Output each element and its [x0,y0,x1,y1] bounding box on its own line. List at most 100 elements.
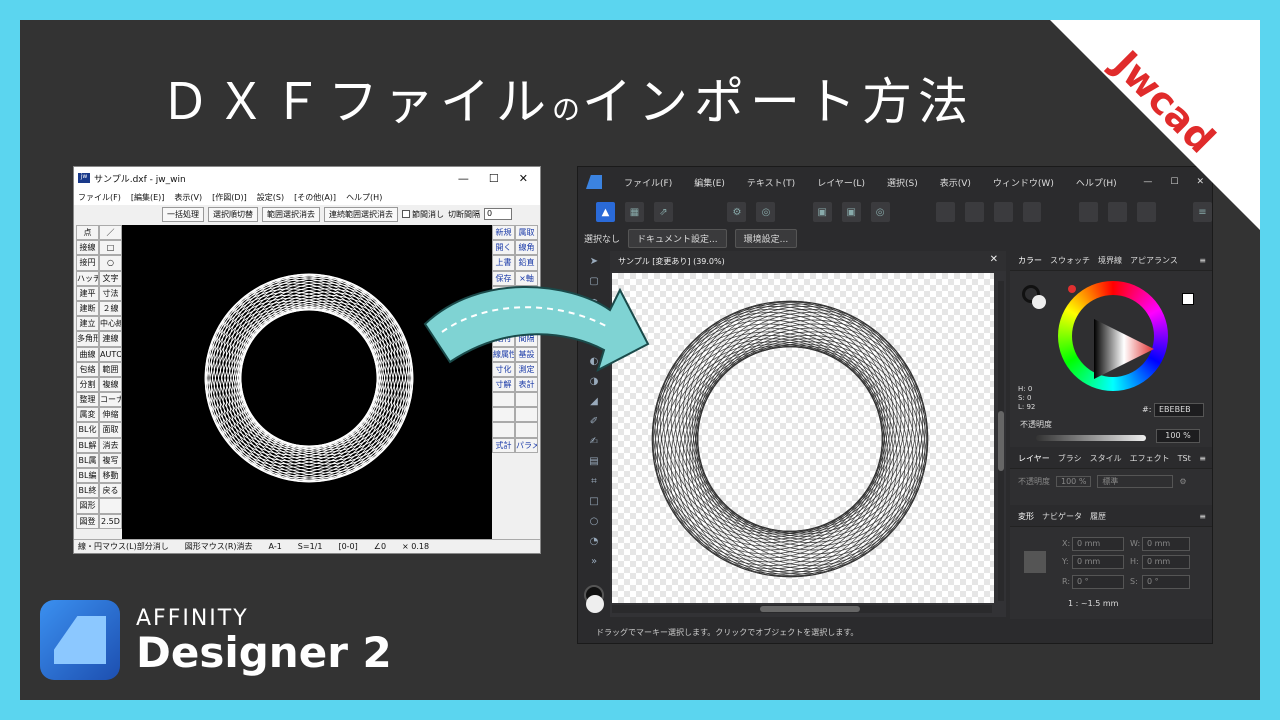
w-field[interactable]: 0 mm [1142,537,1190,551]
jw-left-tool-button[interactable]: 消去 [99,437,122,453]
jw-left-tool-button[interactable]: 接線 [76,240,99,256]
jw-right-tool-button[interactable] [515,407,538,423]
jw-menu-other[interactable]: [その他(A)] [294,192,336,203]
jw-menu-edit[interactable]: [編集(E)] [131,192,165,203]
jw-menu-file[interactable]: ファイル(F) [78,192,121,203]
jw-left-tool-button[interactable]: 文字 [99,270,122,286]
snap-icon[interactable]: ◎ [756,202,776,222]
jw-left-tool-button[interactable]: 図形 [76,498,99,514]
jw-left-tool-button[interactable]: 複写 [99,452,122,468]
af-menu-layer[interactable]: レイヤー(L) [817,176,865,189]
document-close-icon[interactable]: ✕ [990,254,998,265]
af-menu-view[interactable]: 表示(V) [940,176,971,189]
jw-right-tool-button[interactable]: 新規 [492,225,515,241]
jw-left-tool-button[interactable]: ○ [99,255,122,271]
jw-left-tool-button[interactable]: BL終 [76,483,99,499]
layers-menu-icon[interactable]: ≡ [1199,454,1212,463]
jw-right-tool-button[interactable] [492,407,515,423]
jw-status-layer[interactable]: [0-0] [338,542,357,551]
geometry-icon[interactable] [1022,202,1042,222]
jw-left-tool-button[interactable]: 面取 [99,422,122,438]
jw-left-tool-button[interactable]: 図登 [76,513,99,529]
jw-right-tool-button[interactable]: パラメ [515,437,538,453]
blend-mode-select[interactable]: 標準 [1097,475,1174,488]
jw-left-tool-button[interactable]: 包絡 [76,361,99,377]
crop-tool-icon[interactable]: ⌗ [582,471,606,491]
x-field[interactable]: 0 mm [1072,537,1124,551]
close-button[interactable]: ✕ [519,172,528,185]
horizontal-scrollbar[interactable] [612,605,992,613]
jw-left-tool-button[interactable]: 建平 [76,285,99,301]
jw-menu-help[interactable]: ヘルプ(H) [346,192,382,203]
color-triangle[interactable] [1094,319,1154,379]
jw-left-tool-button[interactable]: 連線 [99,331,122,347]
pie-tool-icon[interactable]: ◔ [582,531,606,551]
jw-left-tool-button[interactable]: コーナー [99,392,122,408]
y-field[interactable]: 0 mm [1072,555,1124,569]
document-tab[interactable]: サンプル [変更あり] (39.0%) ✕ [610,251,1006,271]
jw-left-tool-button[interactable]: 中心線 [99,316,122,332]
jw-left-tool-button[interactable]: 2.5D [99,513,122,529]
continuous-clear-button[interactable]: 連続範囲選択消去 [324,206,398,222]
tab-appearance[interactable]: アピアランス [1130,255,1178,266]
fill-color-swatch[interactable] [586,595,604,613]
jw-right-tool-button[interactable]: 式計 [492,437,515,453]
af-canvas[interactable] [612,273,994,603]
select-order-button[interactable]: 選択順切替 [208,206,258,222]
jw-left-tool-button[interactable]: 属変 [76,407,99,423]
tab-transform[interactable]: 変形 [1018,511,1034,522]
horizontal-scroll-thumb[interactable] [760,606,860,612]
maximize-button[interactable]: ☐ [489,172,499,185]
tab-swatches[interactable]: スウォッチ [1050,255,1090,266]
jw-right-tool-button[interactable]: 線角 [515,240,538,256]
jw-menu-view[interactable]: 表示(V) [174,192,202,203]
color-wheel[interactable] [1058,281,1168,391]
layer-opacity-input[interactable]: 100 % [1056,476,1092,487]
jw-status-scale[interactable]: S=1/1 [298,542,323,551]
tab-navigator[interactable]: ナビゲータ [1042,511,1082,522]
rectangle-tool-icon[interactable]: □ [582,491,606,511]
gradient-tool-icon[interactable]: ◢ [582,391,606,411]
transform-icon[interactable]: ▣ [841,202,861,222]
jw-left-tool-button[interactable]: BL解 [76,437,99,453]
jw-left-tool-button[interactable]: BL化 [76,422,99,438]
jw-left-tool-button[interactable]: 多角形 [76,331,99,347]
tab-stroke[interactable]: 境界線 [1098,255,1122,266]
jw-menu-draw[interactable]: [作図(D)] [212,192,247,203]
jw-left-tool-button[interactable]: AUTO [99,346,122,362]
jw-left-tool-button[interactable]: 戻る [99,483,122,499]
jw-right-tool-button[interactable] [515,422,538,438]
jw-left-tool-button[interactable]: 建断 [76,300,99,317]
jw-status-angle[interactable]: ∠0 [374,542,386,551]
vertical-scroll-thumb[interactable] [998,411,1004,471]
settings-icon[interactable]: ⚙ [727,202,747,222]
jw-status-paper[interactable]: A-1 [269,542,282,551]
jw-right-tool-button[interactable] [492,422,515,438]
jw-left-tool-button[interactable]: 曲線 [76,346,99,362]
rotation-field[interactable]: 0 ° [1072,575,1124,589]
tab-color[interactable]: カラー [1018,255,1042,266]
bw-swatch-icon[interactable] [1182,293,1194,305]
jw-right-tool-button[interactable]: 開く [492,240,515,256]
range-clear-button[interactable]: 範囲選択消去 [262,206,320,222]
transform-menu-icon[interactable]: ≡ [1199,512,1212,521]
anchor-selector-icon[interactable] [1024,551,1046,573]
environment-settings-button[interactable]: 環境設定... [734,228,798,248]
tab-history[interactable]: 履歴 [1090,511,1106,522]
af-menu-text[interactable]: テキスト(T) [747,176,795,189]
opacity-slider[interactable] [1036,435,1146,441]
jw-left-tool-button[interactable] [99,498,122,514]
h-field[interactable]: 0 mm [1142,555,1190,569]
opacity-input[interactable]: 100 % [1156,429,1200,443]
jw-left-tool-button[interactable]: 点 [76,225,99,241]
eyedropper-tool-icon[interactable]: ✍ [582,431,606,451]
tab-effects[interactable]: エフェクト [1130,453,1170,464]
jw-left-tool-button[interactable]: 伸縮 [99,407,122,423]
jw-right-tool-button[interactable] [515,392,538,408]
batch-button[interactable]: 一括処理 [162,206,204,222]
jw-status-zoom[interactable]: × 0.18 [402,542,429,551]
cut-interval-input[interactable]: 0 [484,208,512,220]
jw-left-tool-button[interactable]: ２線 [99,300,122,317]
minimize-button[interactable]: — [458,172,469,185]
vertical-scrollbar[interactable] [998,281,1004,601]
